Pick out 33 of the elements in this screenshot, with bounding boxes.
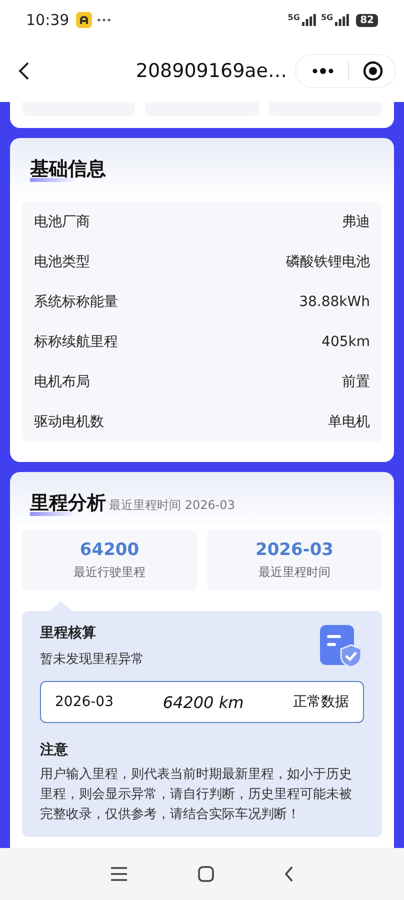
battery-indicator: 82: [356, 14, 378, 26]
row-label: 系统标称能量: [34, 293, 118, 311]
page-title: 208909169ae…: [136, 60, 287, 82]
section-title: 里程分析: [30, 490, 106, 516]
check-title: 里程核算: [40, 624, 97, 642]
network-label: 5G: [320, 13, 334, 22]
record-status: 正常数据: [293, 693, 349, 711]
row-label: 电池类型: [34, 253, 90, 271]
note-title: 注意: [40, 741, 69, 759]
check-status: 暂未发现里程异常: [40, 651, 144, 668]
row-value: 38.88kWh: [299, 294, 370, 310]
record-date: 2026-03: [55, 694, 114, 710]
row-label: 电机布局: [34, 373, 90, 391]
row-label: 驱动电机数: [34, 413, 104, 431]
network-label: 5G: [288, 13, 300, 22]
stat-label: 最近里程时间: [258, 564, 330, 581]
row-label: 标称续航里程: [34, 333, 118, 351]
row-value: 弗迪: [342, 213, 370, 231]
section-title: 基础信息: [30, 156, 106, 182]
stat-value: 64200: [80, 540, 140, 560]
row-value: 405km: [322, 334, 370, 350]
stat-value: 2026-03: [255, 540, 334, 560]
row-value: 前置: [342, 373, 370, 391]
record-mileage: 64200 km: [162, 692, 244, 712]
status-time: 10:39: [26, 11, 70, 29]
stat-tile[interactable]: 2026-03 最近里程时间: [207, 530, 382, 591]
row-label: 电池厂商: [34, 213, 90, 231]
row-value: 磷酸铁锂电池: [286, 253, 370, 271]
stat-tile[interactable]: 64200 最近行驶里程: [22, 530, 197, 591]
note-text: 用户输入里程，则代表当前时期最新里程，如小于历史里程，则会显示异常，请自行判断，历史里程可能未被完整收录，仅供参考，请结合实际车况判断！: [40, 766, 353, 824]
row-value: 单电机: [328, 413, 370, 431]
stat-label: 最近行驶里程: [74, 564, 146, 581]
section-subtitle: 最近里程时间 2026-03: [109, 497, 235, 514]
